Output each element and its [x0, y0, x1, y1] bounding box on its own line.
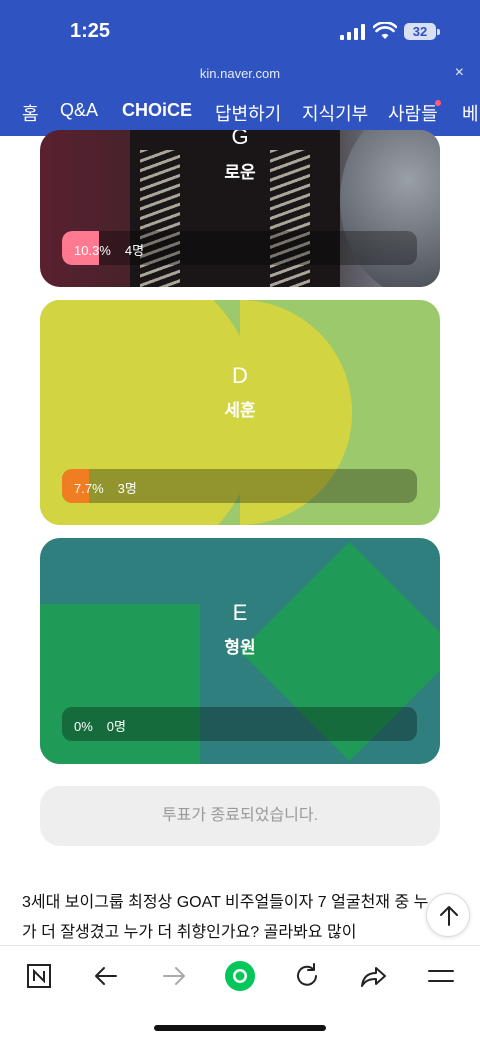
naver-n-icon[interactable]	[20, 960, 60, 992]
candidate-name: 세훈	[224, 401, 256, 420]
vote-count: 0명	[106, 719, 126, 734]
vote-result-bar: 7.7% 3명	[62, 469, 417, 503]
vote-percent: 7.7%	[74, 481, 104, 496]
back-arrow-icon[interactable]	[86, 960, 126, 992]
vote-percent: 10.3%	[74, 243, 111, 258]
tab-home[interactable]: 홈	[22, 100, 39, 126]
new-badge-dot	[435, 100, 441, 106]
candidate-letter: E	[232, 600, 248, 625]
candidate-card-g[interactable]: G 로운 10.3% 4명	[40, 130, 440, 287]
candidate-name: 로운	[224, 163, 256, 182]
browser-header: 1:25 32 kin.naver.com × 홈 Q&A CHOiCE 답변하…	[0, 0, 480, 136]
menu-icon[interactable]	[421, 960, 461, 992]
tab-answer[interactable]: 답변하기	[215, 100, 281, 126]
candidate-letter: D	[232, 363, 248, 388]
battery-tip	[437, 29, 440, 35]
vote-result-bar: 10.3% 4명	[62, 231, 417, 265]
vote-closed-button[interactable]: 투표가 종료되었습니다.	[40, 786, 440, 846]
question-text[interactable]: 3세대 보이그룹 최정상 GOAT 비주얼들이자 7 얼굴천재 중 누가 더 잘…	[22, 888, 442, 948]
candidate-letter: G	[231, 130, 249, 149]
vote-result-bar: 0% 0명	[62, 707, 417, 741]
status-time: 1:25	[70, 20, 111, 42]
arrow-up-icon	[440, 906, 458, 926]
tab-more[interactable]: 베	[462, 100, 479, 126]
vote-count: 3명	[117, 481, 137, 496]
candidate-card-e[interactable]: E 형원 0% 0명	[40, 538, 440, 764]
battery-icon: 32	[404, 23, 436, 40]
tab-qna[interactable]: Q&A	[60, 100, 98, 121]
close-icon[interactable]: ×	[455, 64, 464, 82]
url-bar[interactable]: kin.naver.com	[0, 66, 480, 81]
tab-choice[interactable]: CHOiCE	[122, 100, 192, 121]
cellular-signal-icon	[340, 24, 366, 40]
vote-count: 4명	[124, 243, 145, 258]
vote-percent: 0%	[74, 719, 93, 734]
candidate-name: 형원	[224, 638, 256, 657]
forward-arrow-icon[interactable]	[154, 960, 194, 992]
scroll-top-button[interactable]	[426, 893, 470, 937]
status-bar: 1:25 32	[0, 0, 480, 62]
tab-donate[interactable]: 지식기부	[302, 100, 368, 126]
share-icon[interactable]	[354, 960, 394, 992]
candidate-card-d[interactable]: D 세훈 7.7% 3명	[40, 300, 440, 525]
green-dot-home-icon[interactable]	[220, 960, 260, 992]
refresh-icon[interactable]	[287, 960, 327, 992]
wifi-icon	[373, 22, 397, 39]
tab-people[interactable]: 사람들	[388, 100, 438, 126]
home-indicator	[154, 1025, 326, 1031]
